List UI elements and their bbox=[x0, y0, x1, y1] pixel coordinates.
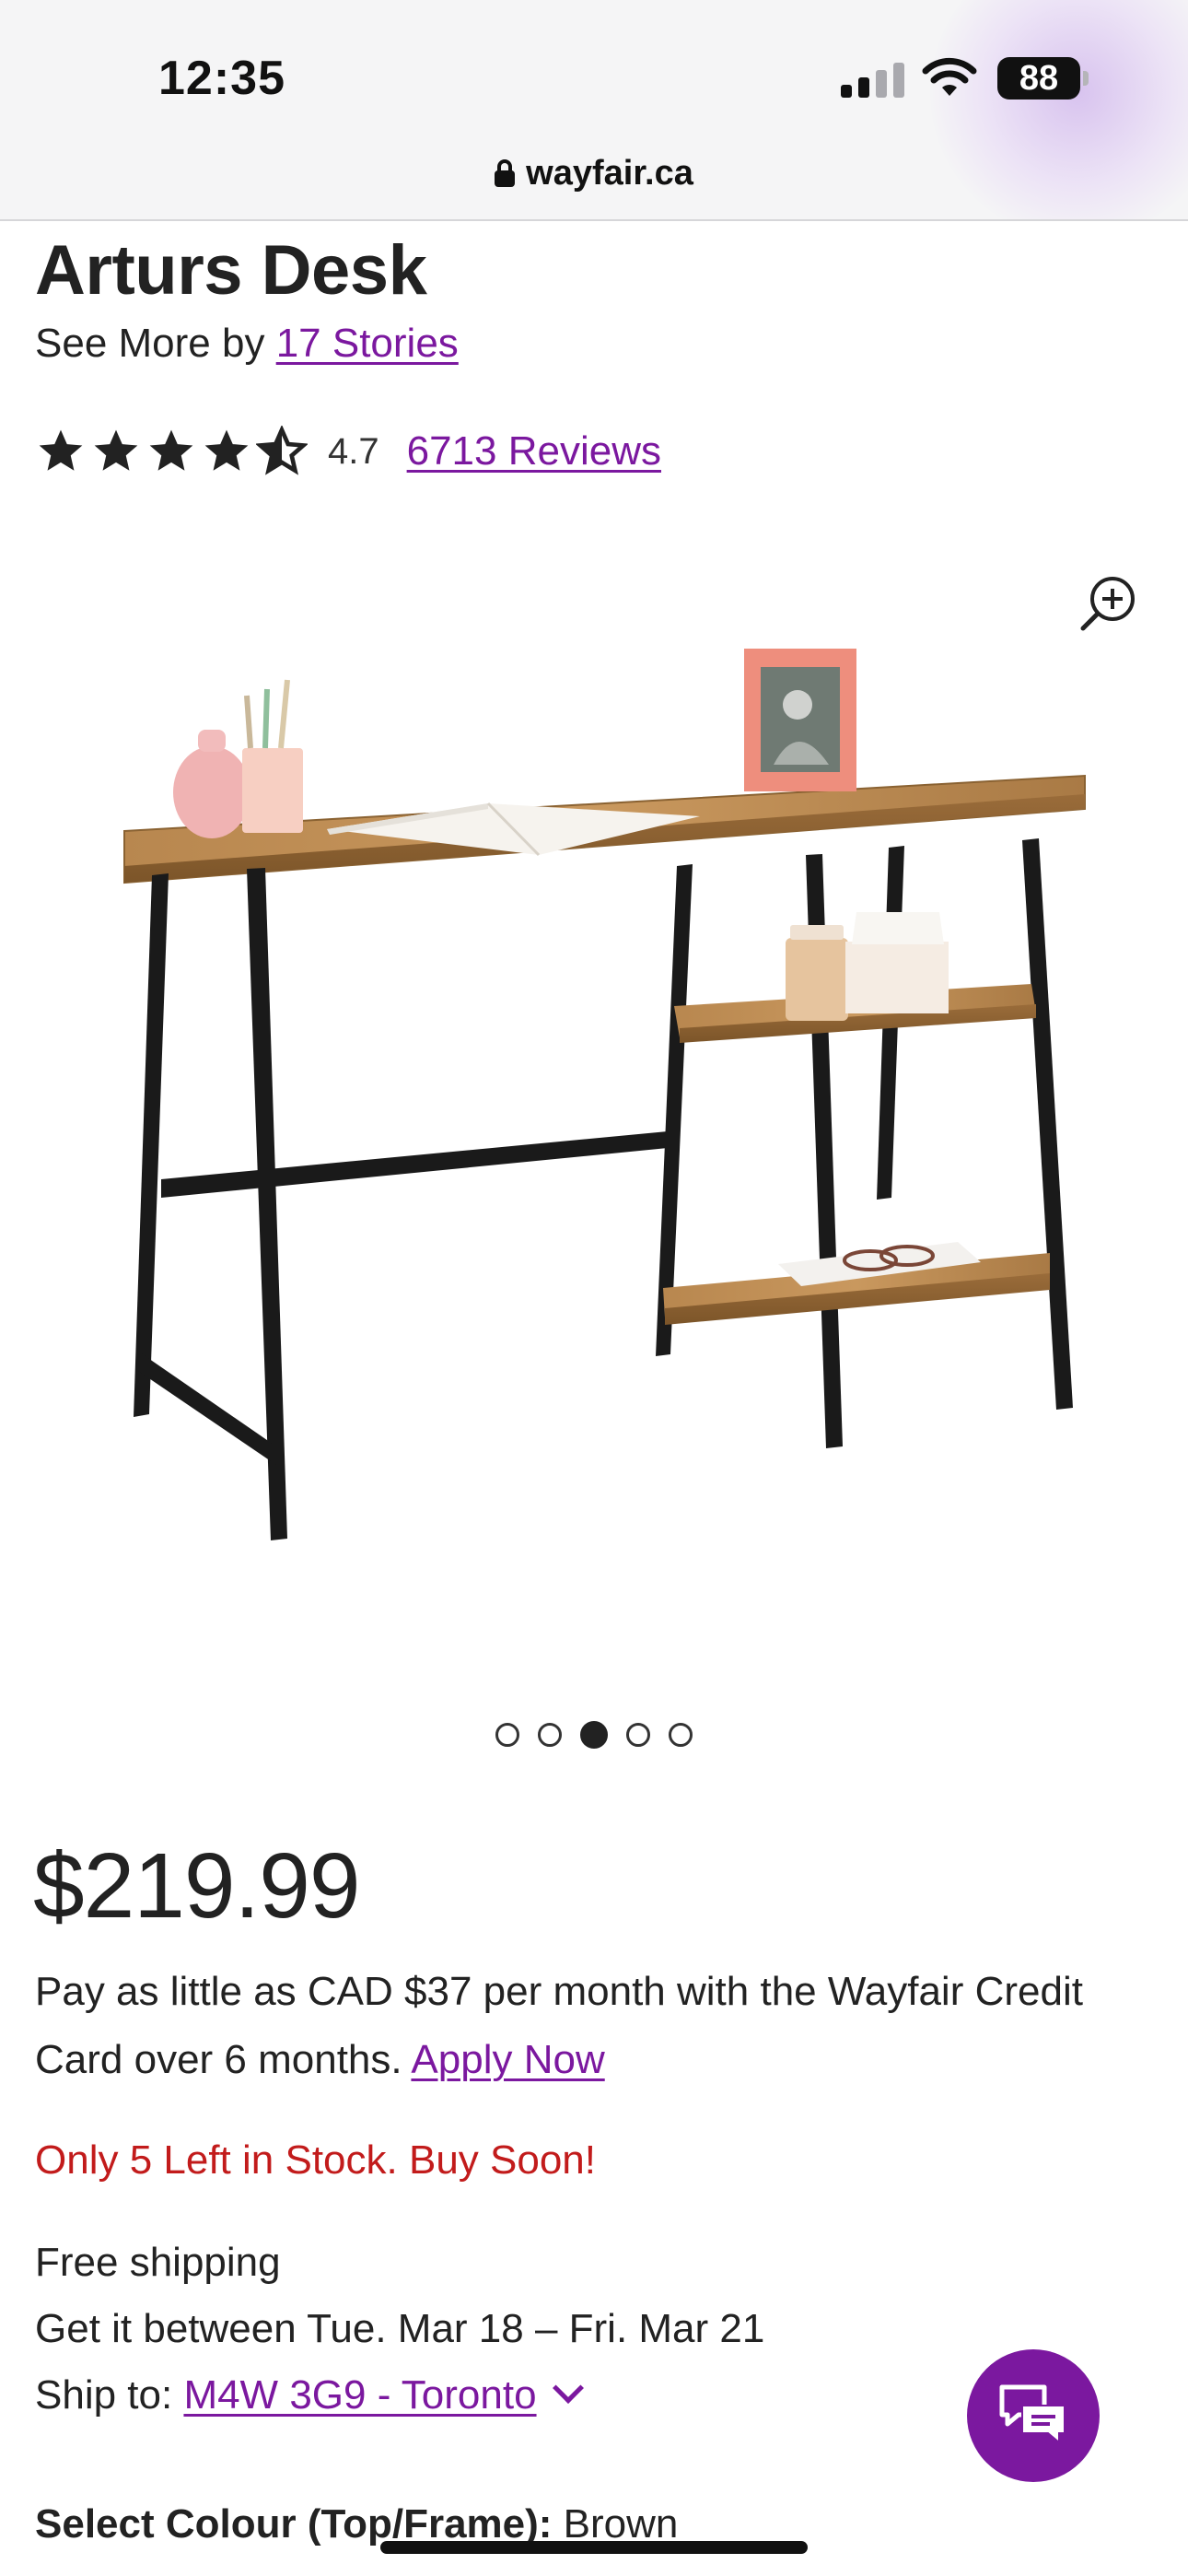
select-colour-label: Select Colour (Top/Frame): bbox=[35, 2501, 553, 2547]
star-half-icon bbox=[256, 426, 308, 475]
carousel-dot[interactable] bbox=[495, 1723, 519, 1747]
carousel-dot[interactable] bbox=[538, 1723, 562, 1747]
chat-icon bbox=[999, 2384, 1066, 2445]
reviews-link[interactable]: 6713 Reviews bbox=[407, 428, 661, 474]
carousel-dot[interactable] bbox=[669, 1723, 693, 1747]
free-shipping-text: Free shipping bbox=[35, 2240, 281, 2285]
cellular-signal-icon bbox=[841, 61, 905, 98]
url-bar[interactable]: wayfair.ca bbox=[0, 147, 1188, 199]
browser-chrome: 12:35 88 wayfair.ca bbox=[0, 0, 1188, 221]
star-full-icon bbox=[39, 429, 83, 471]
carousel-dots bbox=[0, 1721, 1188, 1749]
battery-indicator: 88 bbox=[997, 57, 1080, 100]
shipping-info: Free shipping Get it between Tue. Mar 18… bbox=[35, 2230, 764, 2429]
lock-icon bbox=[495, 159, 516, 187]
battery-tip bbox=[1083, 71, 1089, 86]
carousel-dot-active[interactable] bbox=[580, 1721, 608, 1749]
star-full-icon bbox=[149, 429, 193, 471]
financing-info: Pay as little as CAD $37 per month with … bbox=[35, 1958, 1140, 2094]
stock-warning: Only 5 Left in Stock. Buy Soon! bbox=[35, 2137, 596, 2183]
rating-value: 4.7 bbox=[328, 430, 379, 472]
star-full-icon bbox=[94, 429, 138, 471]
product-title: Arturs Desk bbox=[35, 231, 427, 310]
brand-link[interactable]: 17 Stories bbox=[276, 321, 459, 366]
product-image[interactable] bbox=[0, 516, 1188, 1668]
delivery-estimate: Get it between Tue. Mar 18 – Fri. Mar 21 bbox=[35, 2306, 765, 2351]
chat-button[interactable] bbox=[967, 2349, 1100, 2482]
home-indicator bbox=[380, 2541, 808, 2554]
status-time: 12:35 bbox=[158, 52, 285, 105]
ship-to-label: Ship to: bbox=[35, 2372, 184, 2418]
select-colour-value: Brown bbox=[552, 2501, 679, 2547]
url-text: wayfair.ca bbox=[526, 153, 693, 193]
ship-to-location-link[interactable]: M4W 3G9 - Toronto bbox=[183, 2372, 536, 2418]
wifi-icon bbox=[922, 57, 977, 96]
brand-line: See More by 17 Stories bbox=[35, 321, 459, 367]
price: $219.99 bbox=[33, 1834, 360, 1938]
zoom-in-icon[interactable] bbox=[1077, 569, 1142, 634]
chevron-down-icon[interactable] bbox=[552, 2372, 584, 2404]
star-rating bbox=[35, 426, 308, 477]
rating-row[interactable]: 4.7 6713 Reviews bbox=[35, 424, 661, 479]
apply-now-link[interactable]: Apply Now bbox=[411, 2037, 604, 2082]
carousel-dot[interactable] bbox=[626, 1723, 650, 1747]
brand-prefix: See More by bbox=[35, 321, 276, 366]
ship-to-row: Ship to: M4W 3G9 - Toronto bbox=[35, 2362, 764, 2429]
star-full-icon bbox=[204, 429, 249, 471]
